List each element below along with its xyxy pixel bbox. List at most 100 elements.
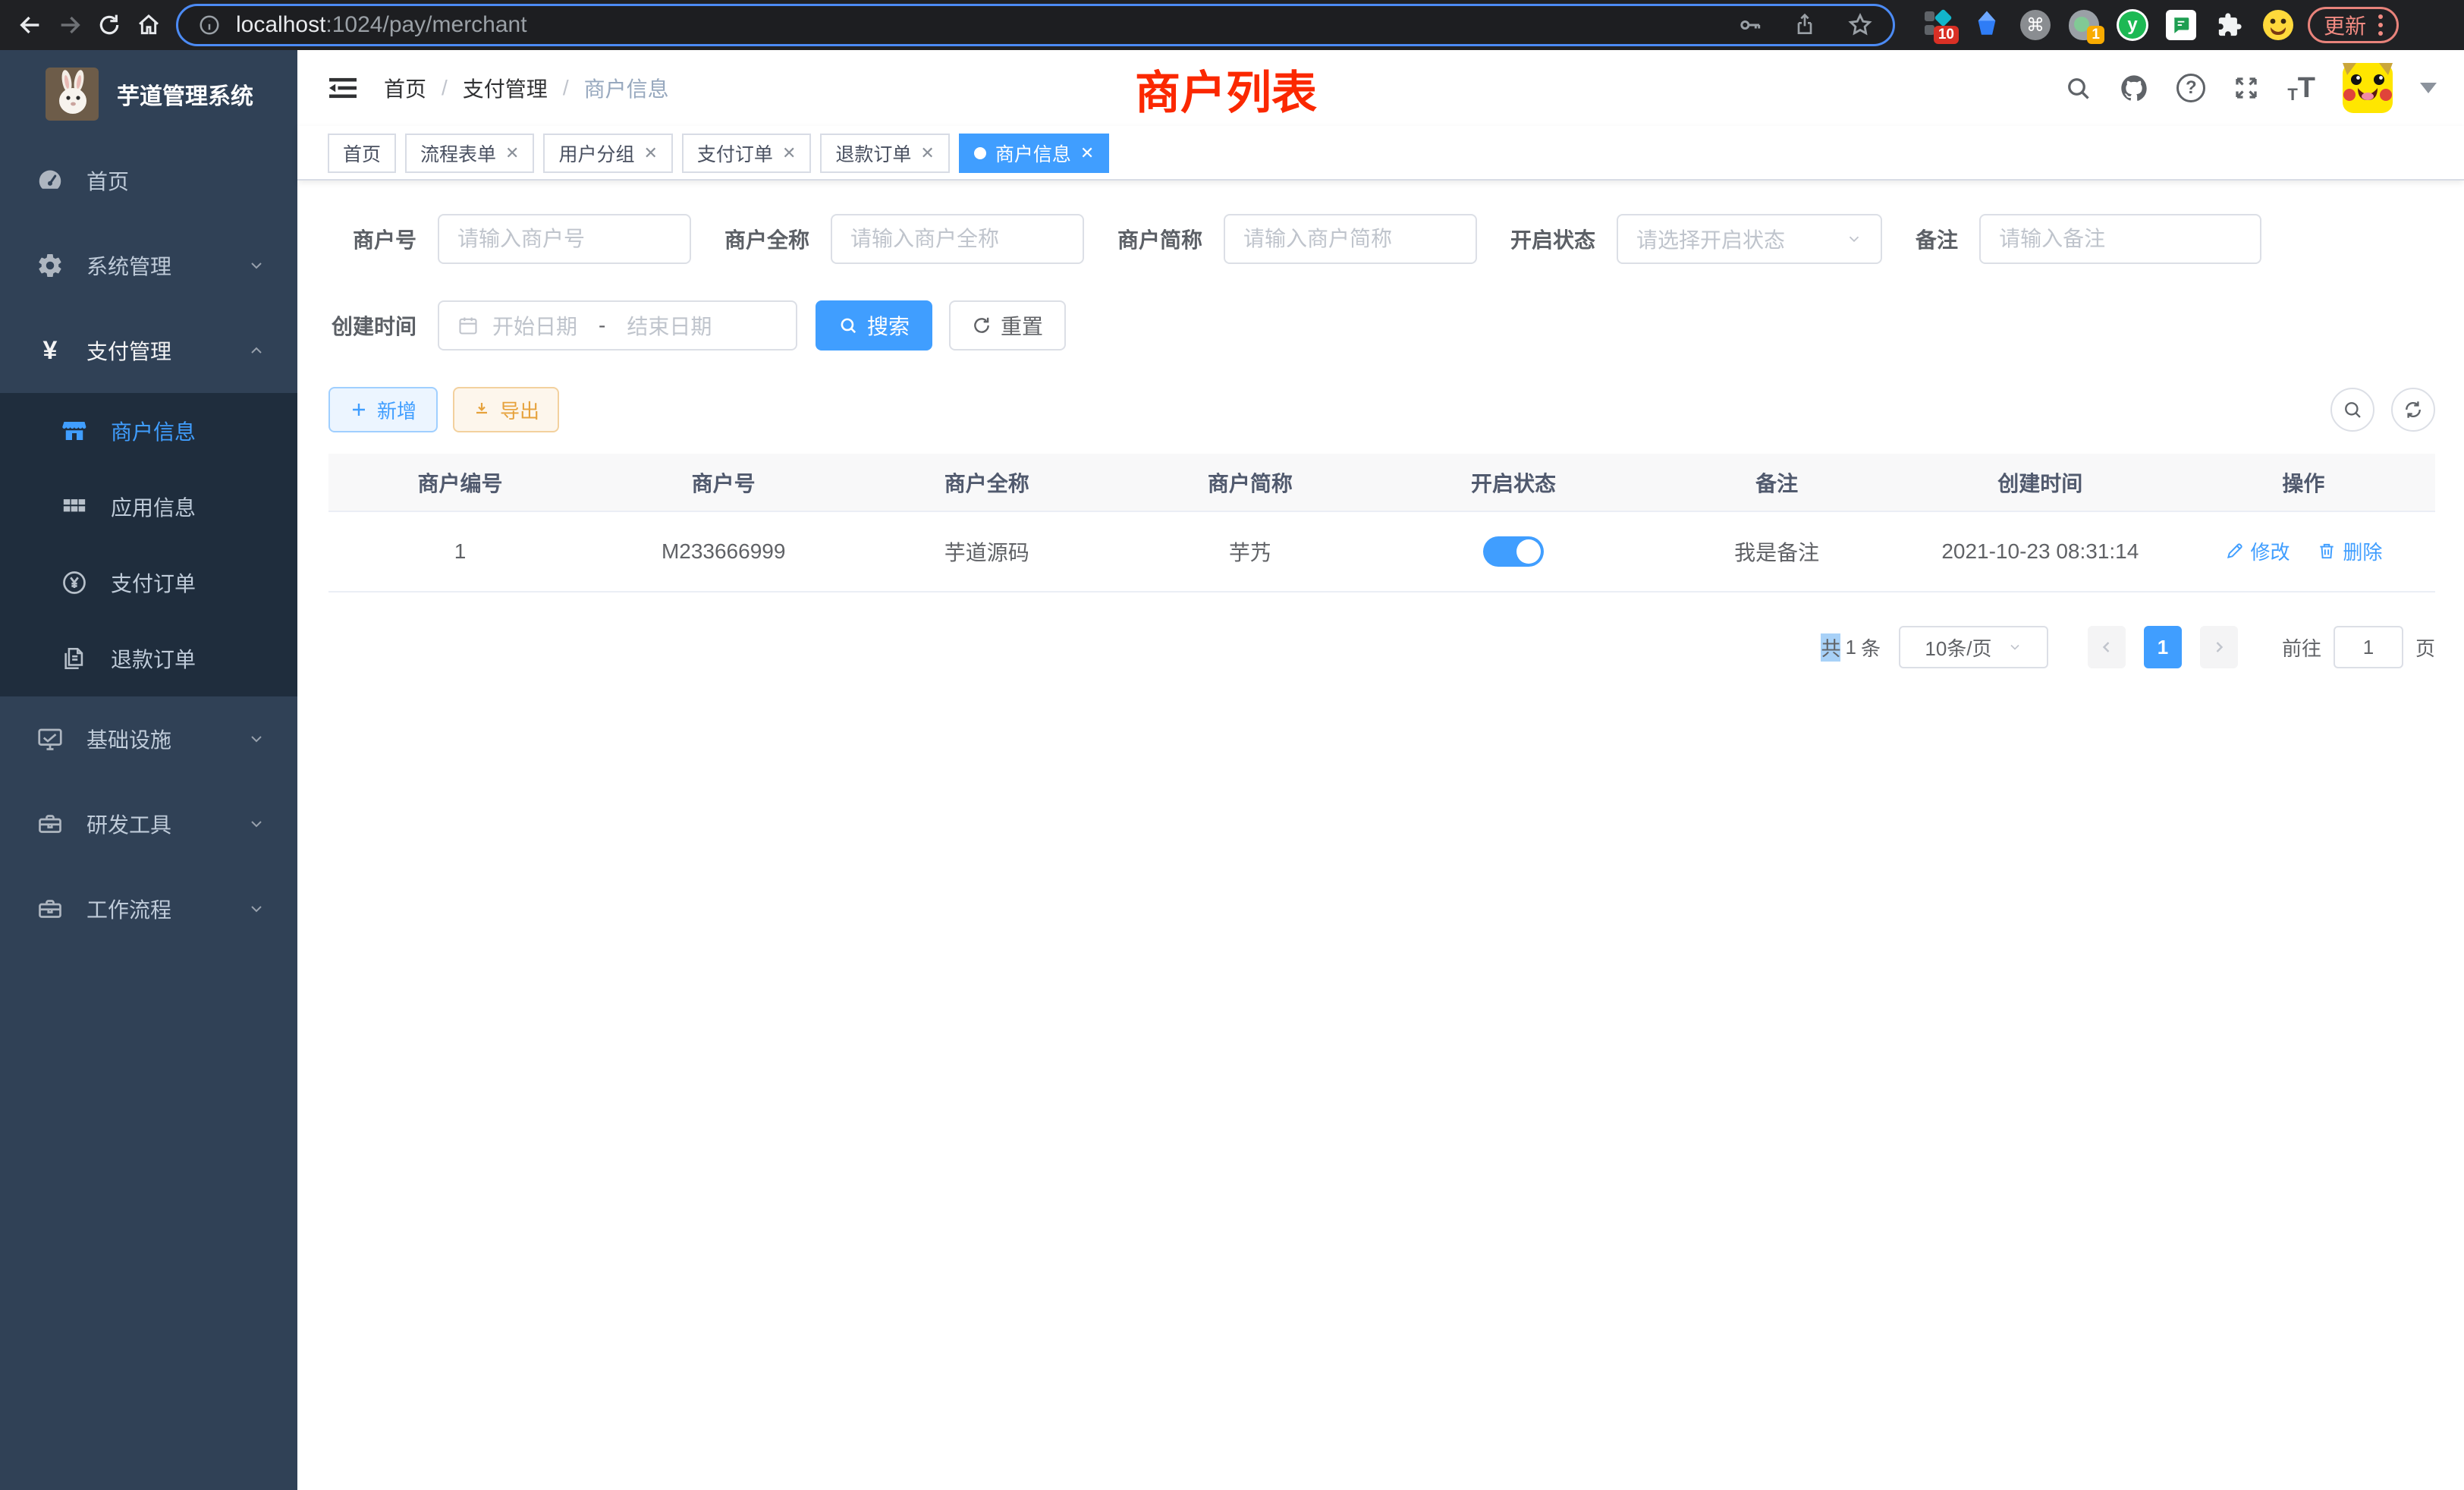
sidebar-toggle-icon[interactable] (328, 74, 358, 102)
sidebar-item-infrastructure[interactable]: 基础设施 (0, 696, 297, 781)
chevron-down-icon (247, 256, 266, 275)
sidebar-item-refund-orders[interactable]: 退款订单 (0, 621, 297, 696)
merchant-name-input[interactable] (831, 214, 1084, 264)
close-icon[interactable]: ✕ (1080, 143, 1094, 163)
help-icon[interactable] (2176, 74, 2205, 102)
site-info-icon[interactable] (198, 14, 221, 36)
export-button[interactable]: 导出 (453, 387, 559, 432)
extension-gem-icon[interactable] (1971, 9, 2003, 41)
tag-tab-home[interactable]: 首页 (328, 134, 396, 173)
tag-tab-pay-order[interactable]: 支付订单✕ (682, 134, 811, 173)
remark-input[interactable] (1979, 214, 2261, 264)
search-icon (838, 316, 858, 335)
next-page-button[interactable] (2200, 626, 2238, 668)
payment-submenu: 商户信息 应用信息 支付订单 退款订单 (0, 393, 297, 696)
monitor-icon (33, 725, 67, 753)
back-icon[interactable] (11, 5, 50, 45)
sidebar-item-label: 支付管理 (86, 335, 171, 366)
search-button[interactable]: 搜索 (816, 300, 932, 350)
extension-chat-icon[interactable] (2165, 9, 2197, 41)
table-header-row: 商户编号 商户号 商户全称 商户简称 开启状态 备注 创建时间 操作 (328, 454, 2435, 511)
close-icon[interactable]: ✕ (782, 143, 796, 163)
page-content: 商户号 商户全称 商户简称 开启状态 请选择开启状态 (297, 181, 2464, 668)
tag-tab-merchant-info[interactable]: 商户信息✕ (959, 134, 1109, 173)
reset-button[interactable]: 重置 (949, 300, 1066, 350)
filter-row-1: 商户号 商户全称 商户简称 开启状态 请选择开启状态 (328, 214, 2435, 264)
sidebar-item-merchant-info[interactable]: 商户信息 (0, 393, 297, 469)
prev-page-button[interactable] (2088, 626, 2126, 668)
col-actions: 操作 (2172, 454, 2435, 511)
col-create-time: 创建时间 (1909, 454, 2172, 511)
font-size-icon[interactable] (2287, 72, 2315, 105)
sidebar-item-app-info[interactable]: 应用信息 (0, 469, 297, 545)
search-icon (2342, 399, 2363, 420)
page-size-select[interactable]: 10条/页 (1899, 626, 2048, 668)
sidebar-item-workflow[interactable]: 工作流程 (0, 866, 297, 951)
delete-link[interactable]: 删除 (2317, 537, 2382, 565)
cell-actions: 修改 删除 (2172, 511, 2435, 592)
reload-icon[interactable] (90, 5, 129, 45)
sidebar-item-label: 工作流程 (86, 894, 171, 924)
share-icon[interactable] (1793, 13, 1817, 37)
update-label: 更新 (2324, 10, 2366, 40)
tag-tab-user-group[interactable]: 用户分组✕ (543, 134, 672, 173)
sidebar-item-system[interactable]: 系统管理 (0, 223, 297, 308)
app-title: 芋道管理系统 (117, 77, 253, 111)
breadcrumb-payment[interactable]: 支付管理 (463, 73, 548, 103)
goto-page-input[interactable] (2334, 626, 2403, 668)
show-search-toggle-button[interactable] (2330, 388, 2374, 432)
extension-command-icon[interactable] (2019, 9, 2051, 41)
browser-update-button[interactable]: 更新 (2308, 7, 2399, 43)
chevron-down-icon (247, 815, 266, 833)
home-icon[interactable] (129, 5, 168, 45)
extension-y-icon[interactable]: y (2117, 9, 2148, 41)
close-icon[interactable]: ✕ (643, 143, 657, 163)
cell-merchant-no: M233666999 (592, 511, 855, 592)
avatar-caret-icon[interactable] (2420, 83, 2437, 93)
sidebar-item-label: 商户信息 (111, 416, 196, 446)
add-button[interactable]: 新增 (328, 387, 438, 432)
fullscreen-icon[interactable] (2233, 74, 2260, 102)
page-number-current[interactable]: 1 (2144, 626, 2182, 668)
merchant-short-input[interactable] (1224, 214, 1477, 264)
pagination: 共 1 条 10条/页 1 前往 页 (328, 626, 2435, 668)
refresh-table-button[interactable] (2391, 388, 2435, 432)
breadcrumb: 首页 / 支付管理 / 商户信息 (384, 73, 669, 103)
chevron-down-icon (247, 730, 266, 748)
active-dot (974, 147, 986, 159)
app-logo[interactable]: 芋道管理系统 (0, 50, 297, 138)
edit-link[interactable]: 修改 (2225, 537, 2290, 565)
total-count: 共 1 条 (1821, 633, 1881, 662)
forward-icon[interactable] (50, 5, 90, 45)
close-icon[interactable]: ✕ (920, 143, 934, 163)
user-avatar[interactable] (2343, 63, 2393, 113)
breadcrumb-home[interactable]: 首页 (384, 73, 426, 103)
cell-status (1382, 511, 1645, 592)
cell-create-time: 2021-10-23 08:31:14 (1909, 511, 2172, 592)
bookmark-star-icon[interactable] (1847, 12, 1873, 38)
dashboard-icon (33, 167, 67, 194)
browser-profile-avatar[interactable] (2262, 9, 2294, 41)
sidebar-item-pay-orders[interactable]: 支付订单 (0, 545, 297, 621)
extension-tags-icon[interactable]: 10 (1922, 9, 1954, 41)
status-select[interactable]: 请选择开启状态 (1617, 214, 1882, 264)
sidebar-item-dev-tools[interactable]: 研发工具 (0, 781, 297, 866)
url-text[interactable]: localhost:1024/pay/merchant (236, 12, 1708, 38)
url-bar[interactable]: localhost:1024/pay/merchant (176, 4, 1895, 46)
search-icon[interactable] (2064, 74, 2092, 102)
create-time-range-input[interactable]: 开始日期 - 结束日期 (438, 300, 797, 350)
close-icon[interactable]: ✕ (505, 143, 519, 163)
shop-icon (59, 417, 90, 445)
browser-menu-icon[interactable] (2378, 14, 2383, 36)
merchant-no-input[interactable] (438, 214, 691, 264)
sidebar-item-payment[interactable]: ¥ 支付管理 (0, 308, 297, 393)
github-icon[interactable] (2119, 73, 2149, 103)
key-icon[interactable] (1738, 13, 1762, 37)
status-toggle[interactable] (1483, 536, 1544, 567)
calendar-icon (457, 315, 479, 336)
sidebar-item-home[interactable]: 首页 (0, 138, 297, 223)
extension-profile-icon[interactable]: 1 (2068, 9, 2100, 41)
tag-tab-process-form[interactable]: 流程表单✕ (405, 134, 534, 173)
tag-tab-refund-order[interactable]: 退款订单✕ (820, 134, 949, 173)
extensions-puzzle-icon[interactable] (2214, 9, 2246, 41)
